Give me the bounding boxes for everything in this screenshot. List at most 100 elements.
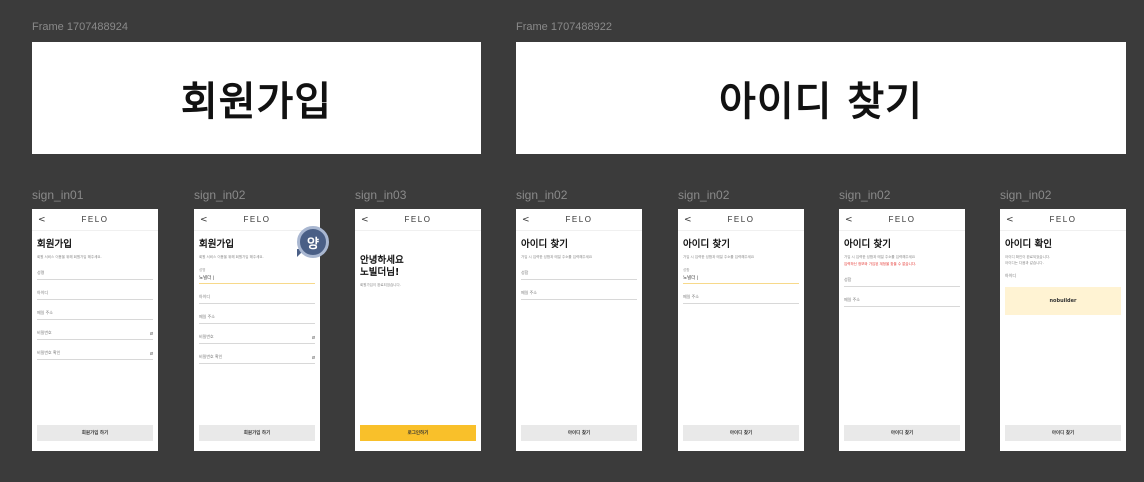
password-confirm-field[interactable]: 비밀번호 확인 ø [37, 348, 153, 360]
id-field[interactable]: 아이디 [37, 288, 153, 300]
back-icon[interactable]: < [38, 215, 46, 225]
welcome-title-line1: 안녕하세요 [360, 255, 404, 266]
page-subtitle: 아이디 확인이 완료되었습니다. [1005, 255, 1051, 259]
back-icon[interactable]: < [522, 215, 530, 225]
page-title: 회원가입 [37, 239, 72, 250]
field-placeholder: 비밀번호 [199, 334, 214, 339]
app-logo: FELO [404, 215, 432, 224]
back-icon[interactable]: < [684, 215, 692, 225]
password-field[interactable]: 비밀번호 ø [37, 328, 153, 340]
field-value: 노빌더 | [199, 276, 215, 281]
page-subtitle: 회원가입이 완료되었습니다. [360, 283, 401, 287]
field-placeholder: 메일 주소 [37, 310, 53, 315]
app-header: < FELO [1000, 209, 1126, 231]
field-label: 성명 [199, 268, 206, 272]
field-placeholder: 메일 주소 [844, 297, 860, 302]
back-icon[interactable]: < [845, 215, 853, 225]
email-field[interactable]: 메일 주소 [521, 288, 637, 300]
name-field[interactable]: 성명 노빌더 | [199, 268, 315, 284]
page-subtitle-2: 아이디는 다음과 같습니다. [1005, 261, 1044, 265]
find-id-button[interactable]: 아이디 찾기 [844, 425, 960, 441]
app-logo: FELO [243, 215, 271, 224]
page-title: 아이디 확인 [1005, 239, 1053, 250]
app-logo: FELO [1049, 215, 1077, 224]
field-placeholder: 비밀번호 확인 [37, 350, 61, 355]
page-subtitle: 가입 시 입력한 성함과 메일 주소를 입력해주세요 [521, 255, 593, 259]
app-header: < FELO [516, 209, 642, 231]
phone-screen-find-id-empty: < FELO 아이디 찾기 가입 시 입력한 성함과 메일 주소를 입력해주세요… [516, 209, 642, 451]
back-icon[interactable]: < [1006, 215, 1014, 225]
screen-label: sign_in01 [32, 188, 84, 202]
screen-label: sign_in02 [678, 188, 730, 202]
field-placeholder: 메일 주소 [683, 294, 699, 299]
field-placeholder: 성함 [844, 277, 852, 282]
field-label: 성함 [683, 268, 690, 272]
eye-off-icon[interactable]: ø [150, 351, 153, 357]
user-avatar: 양 [297, 226, 329, 258]
app-header: < FELO [32, 209, 158, 231]
email-field[interactable]: 메일 주소 [37, 308, 153, 320]
result-label: 아이디 [1005, 273, 1017, 278]
frame-label-signup: Frame 1707488924 [32, 21, 129, 33]
eye-off-icon[interactable]: ø [312, 355, 315, 361]
signup-button[interactable]: 회원가입 하기 [37, 425, 153, 441]
app-header: < FELO [194, 209, 320, 231]
page-subtitle: 가입 시 입력한 성함과 메일 주소를 입력해주세요 [844, 255, 916, 259]
signup-button[interactable]: 회원가입 하기 [199, 425, 315, 441]
phone-screen-id-result: < FELO 아이디 확인 아이디 확인이 완료되었습니다. 아이디는 다음과 … [1000, 209, 1126, 451]
find-id-button[interactable]: 아이디 찾기 [1005, 425, 1121, 441]
password-confirm-field[interactable]: 비밀번호 확인 ø [199, 352, 315, 364]
back-icon[interactable]: < [361, 215, 369, 225]
page-title: 아이디 찾기 [844, 239, 892, 250]
page-title: 아이디 찾기 [683, 239, 731, 250]
page-subtitle: 가입 시 입력한 성함과 메일 주소를 입력해주세요 [683, 255, 755, 259]
eye-off-icon[interactable]: ø [150, 331, 153, 337]
email-field[interactable]: 메일 주소 [844, 295, 960, 307]
name-field[interactable]: 성함 노빌더 | [683, 268, 799, 284]
app-header: < FELO [678, 209, 804, 231]
login-button[interactable]: 로그인하기 [360, 425, 476, 441]
app-logo: FELO [727, 215, 755, 224]
screen-label: sign_in02 [516, 188, 568, 202]
field-placeholder: 아이디 [199, 294, 211, 299]
eye-off-icon[interactable]: ø [312, 335, 315, 341]
name-field[interactable]: 성명 [37, 268, 153, 280]
field-placeholder: 아이디 [37, 290, 49, 295]
phone-screen-find-id-typing: < FELO 아이디 찾기 가입 시 입력한 성함과 메일 주소를 입력해주세요… [678, 209, 804, 451]
banner-signup: 회원가입 [32, 42, 481, 154]
screen-label: sign_in03 [355, 188, 407, 202]
name-field[interactable]: 성함 [844, 275, 960, 287]
field-placeholder: 성명 [37, 270, 45, 275]
password-field[interactable]: 비밀번호 ø [199, 332, 315, 344]
email-field[interactable]: 메일 주소 [199, 312, 315, 324]
name-field[interactable]: 성함 [521, 268, 637, 280]
app-logo: FELO [565, 215, 593, 224]
banner-title: 회원가입 [180, 79, 333, 125]
banner-title: 아이디 찾기 [719, 79, 923, 125]
find-id-button[interactable]: 아이디 찾기 [683, 425, 799, 441]
page-subtitle: 회원 서비스 이용을 위해 회원가입 해주세요. [37, 255, 102, 259]
id-field[interactable]: 아이디 [199, 292, 315, 304]
page-title: 아이디 찾기 [521, 239, 569, 250]
app-logo: FELO [81, 215, 109, 224]
phone-screen-find-id-error: < FELO 아이디 찾기 가입 시 입력한 성함과 메일 주소를 입력해주세요… [839, 209, 965, 451]
field-value: 노빌더 | [683, 276, 699, 281]
back-icon[interactable]: < [200, 215, 208, 225]
field-placeholder: 비밀번호 확인 [199, 354, 223, 359]
phone-screen-signup-empty: < FELO 회원가입 회원 서비스 이용을 위해 회원가입 해주세요. 성명 … [32, 209, 158, 451]
screen-label: sign_in02 [194, 188, 246, 202]
email-field[interactable]: 메일 주소 [683, 292, 799, 304]
welcome-title-line2: 노빌더님! [360, 267, 400, 278]
field-placeholder: 성함 [521, 270, 529, 275]
app-logo: FELO [888, 215, 916, 224]
find-id-button[interactable]: 아이디 찾기 [521, 425, 637, 441]
phone-screen-signup-complete: < FELO 안녕하세요 노빌더님! 회원가입이 완료되었습니다. 로그인하기 [355, 209, 481, 451]
field-placeholder: 메일 주소 [521, 290, 537, 295]
screen-label: sign_in02 [839, 188, 891, 202]
error-message: 입력하신 정보와 가입된 계정을 찾을 수 없습니다. [844, 262, 917, 266]
field-placeholder: 비밀번호 [37, 330, 52, 335]
banner-find-id: 아이디 찾기 [516, 42, 1126, 154]
app-header: < FELO [355, 209, 481, 231]
field-placeholder: 메일 주소 [199, 314, 215, 319]
frame-label-find-id: Frame 1707488922 [516, 21, 613, 33]
